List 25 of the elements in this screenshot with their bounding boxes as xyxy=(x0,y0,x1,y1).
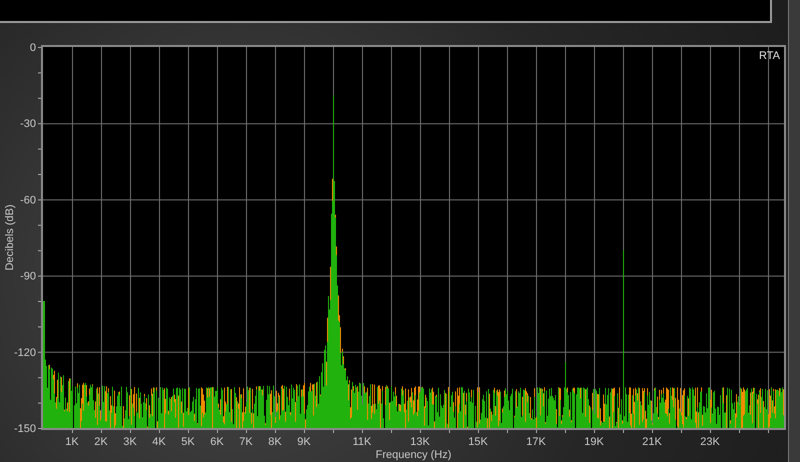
x-tick-label: 19K xyxy=(584,436,604,448)
x-tick-label: 23K xyxy=(700,436,720,448)
x-axis-title: Frequency (Hz) xyxy=(376,449,452,461)
y-tick-label: -30 xyxy=(20,118,36,130)
x-tick-label: 17K xyxy=(526,436,546,448)
x-tick-label: 7K xyxy=(239,436,253,448)
x-tick-label: 1K xyxy=(65,436,79,448)
x-tick-label: 13K xyxy=(410,436,430,448)
x-tick-label: 6K xyxy=(210,436,224,448)
x-tick-label: 21K xyxy=(642,436,662,448)
x-tick-label: 5K xyxy=(181,436,195,448)
y-tick-label: -90 xyxy=(20,270,36,283)
x-tick-label: 9K xyxy=(297,436,311,448)
x-tick-label: 11K xyxy=(352,436,372,448)
x-tick-label: 15K xyxy=(468,436,488,448)
chart-mode-label: RTA xyxy=(759,50,780,62)
y-axis-title: Decibels (dB) xyxy=(4,204,16,271)
x-tick-label: 3K xyxy=(123,436,137,448)
y-tick-label: -150 xyxy=(14,423,36,435)
x-tick-label: 2K xyxy=(94,436,108,448)
y-tick-label: -60 xyxy=(20,194,36,206)
x-tick-label: 4K xyxy=(152,436,166,448)
x-tick-label: 8K xyxy=(268,436,282,448)
y-tick-label: -120 xyxy=(14,346,36,359)
y-tick-label: 0 xyxy=(30,42,36,54)
